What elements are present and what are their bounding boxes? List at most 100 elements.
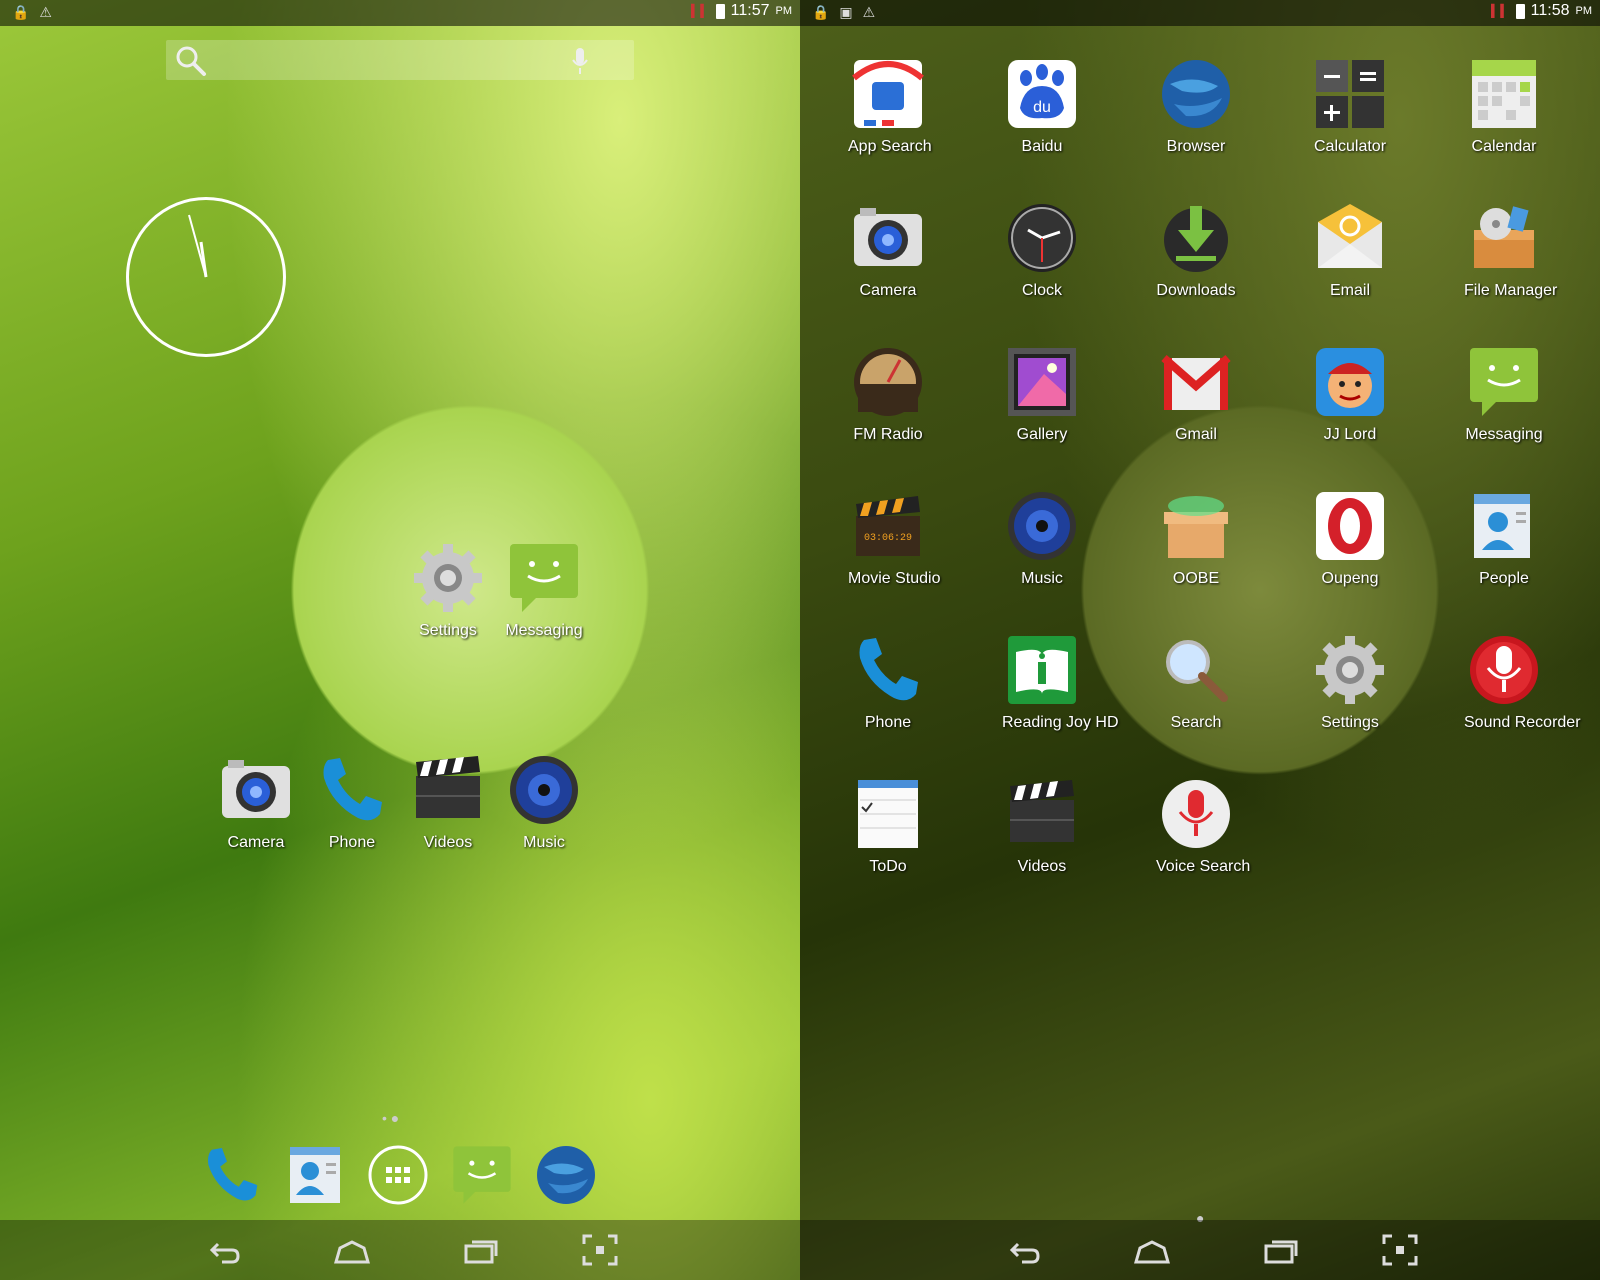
app-movie-studio[interactable]: 03:06:29 Movie Studio xyxy=(848,488,941,588)
app-browser[interactable]: Browser xyxy=(1156,56,1236,156)
app-calculator[interactable]: Calculator xyxy=(1310,56,1390,156)
app-settings[interactable]: Settings xyxy=(1310,632,1390,732)
messaging-icon xyxy=(453,1146,511,1204)
dock-people[interactable] xyxy=(284,1143,348,1207)
app-gallery[interactable]: Gallery xyxy=(1002,344,1082,444)
app-label: Music xyxy=(1021,570,1063,587)
back-button[interactable] xyxy=(204,1232,244,1268)
search-icon[interactable] xyxy=(174,44,208,78)
recents-button[interactable] xyxy=(1262,1232,1302,1268)
sound-recorder-icon xyxy=(1466,632,1542,708)
app-label: Phone xyxy=(864,714,912,731)
home-icon-phone[interactable]: Phone xyxy=(312,752,392,852)
app-oobe[interactable]: OOBE xyxy=(1156,488,1236,588)
app-label: File Manager xyxy=(1464,282,1558,299)
app-label: Oupeng xyxy=(1321,570,1379,587)
app-search-icon xyxy=(850,56,926,132)
microphone-icon[interactable] xyxy=(570,46,590,76)
screenshot-icon xyxy=(582,1234,618,1266)
app-calendar[interactable]: Calendar xyxy=(1464,56,1544,156)
camera-icon xyxy=(218,752,294,828)
google-search-bar[interactable] xyxy=(166,40,634,80)
app-label: Gallery xyxy=(1016,426,1068,443)
app-app-search[interactable]: App Search xyxy=(848,56,932,156)
app-label: Voice Search xyxy=(1156,858,1251,875)
app-clock[interactable]: Clock xyxy=(1002,200,1082,300)
app-voice-search[interactable]: Voice Search xyxy=(1156,776,1251,876)
status-bar: 🔒▣⚠ ▍▍ 11:58 PM xyxy=(800,0,1600,26)
app-camera[interactable]: Camera xyxy=(848,200,928,300)
home-icon-camera[interactable]: Camera xyxy=(216,752,296,852)
app-reading-joy-hd[interactable]: Reading Joy HD xyxy=(1002,632,1119,732)
gmail-icon xyxy=(1158,344,1234,420)
recents-icon xyxy=(464,1240,498,1264)
home-button[interactable] xyxy=(332,1232,372,1268)
app-messaging[interactable]: Messaging xyxy=(1464,344,1544,444)
home-icon-settings[interactable]: Settings xyxy=(408,540,488,640)
app-label: OOBE xyxy=(1172,570,1220,587)
music-icon xyxy=(1004,488,1080,564)
browser-icon xyxy=(1158,56,1234,132)
battery-icon xyxy=(715,3,725,19)
svg-text:03:06:29: 03:06:29 xyxy=(864,533,912,544)
app-downloads[interactable]: Downloads xyxy=(1156,200,1236,300)
app-phone[interactable]: Phone xyxy=(848,632,928,732)
app-jj-lord[interactable]: JJ Lord xyxy=(1310,344,1390,444)
app-videos[interactable]: Videos xyxy=(1002,776,1082,876)
navigation-bar xyxy=(800,1220,1600,1280)
back-icon xyxy=(1009,1242,1040,1264)
camera-icon xyxy=(850,200,926,276)
phone-icon xyxy=(208,1148,258,1201)
phone-icon xyxy=(850,632,926,708)
gallery-icon xyxy=(1004,344,1080,420)
dock-phone[interactable] xyxy=(200,1143,264,1207)
recents-button[interactable] xyxy=(462,1232,502,1268)
dock-browser[interactable] xyxy=(534,1143,598,1207)
app-gmail[interactable]: Gmail xyxy=(1156,344,1236,444)
app-music[interactable]: Music xyxy=(1002,488,1082,588)
dock-all-apps[interactable] xyxy=(366,1143,430,1207)
screenshot-icon xyxy=(1382,1234,1418,1266)
app-oupeng[interactable]: Oupeng xyxy=(1310,488,1390,588)
videos-icon xyxy=(1004,776,1080,852)
settings-icon xyxy=(410,540,486,616)
app-fm-radio[interactable]: FM Radio xyxy=(848,344,928,444)
recents-icon xyxy=(1264,1240,1298,1264)
app-label: Browser xyxy=(1166,138,1226,155)
back-button[interactable] xyxy=(1004,1232,1044,1268)
messaging-icon xyxy=(506,540,582,616)
voice-search-icon xyxy=(1158,776,1234,852)
home-icon-music[interactable]: Music xyxy=(504,752,584,852)
app-label: Email xyxy=(1329,282,1370,299)
lock-icon: 🔒▣⚠ xyxy=(812,4,886,20)
app-label: FM Radio xyxy=(853,426,923,443)
app-sound-recorder[interactable]: Sound Recorder xyxy=(1464,632,1581,732)
home-button[interactable] xyxy=(1132,1232,1172,1268)
screenshot-button[interactable] xyxy=(1380,1232,1420,1268)
messaging-icon xyxy=(1466,344,1542,420)
email-icon xyxy=(1312,200,1388,276)
dock-messaging[interactable] xyxy=(450,1143,514,1207)
analog-clock-widget[interactable] xyxy=(126,197,286,357)
app-people[interactable]: People xyxy=(1464,488,1544,588)
app-label: App Search xyxy=(848,138,932,155)
app-search[interactable]: Search xyxy=(1156,632,1236,732)
screenshot-button[interactable] xyxy=(580,1232,620,1268)
jj-lord-icon xyxy=(1312,344,1388,420)
clock-hands xyxy=(188,214,208,278)
home-icon-messaging[interactable]: Messaging xyxy=(504,540,584,640)
baidu-icon: du xyxy=(1004,56,1080,132)
downloads-icon xyxy=(1158,200,1234,276)
app-email[interactable]: Email xyxy=(1310,200,1390,300)
app-label: Search xyxy=(1170,714,1222,731)
app-todo[interactable]: ToDo xyxy=(848,776,928,876)
music-icon xyxy=(506,752,582,828)
home-icon-videos[interactable]: Videos xyxy=(408,752,488,852)
app-file-manager[interactable]: File Manager xyxy=(1464,200,1558,300)
home-icon-label: Messaging xyxy=(505,622,583,639)
app-label: Baidu xyxy=(1021,138,1063,155)
home-icon xyxy=(1134,1240,1170,1264)
app-baidu[interactable]: du Baidu xyxy=(1002,56,1082,156)
app-label: ToDo xyxy=(869,858,907,875)
clock-icon xyxy=(1004,200,1080,276)
